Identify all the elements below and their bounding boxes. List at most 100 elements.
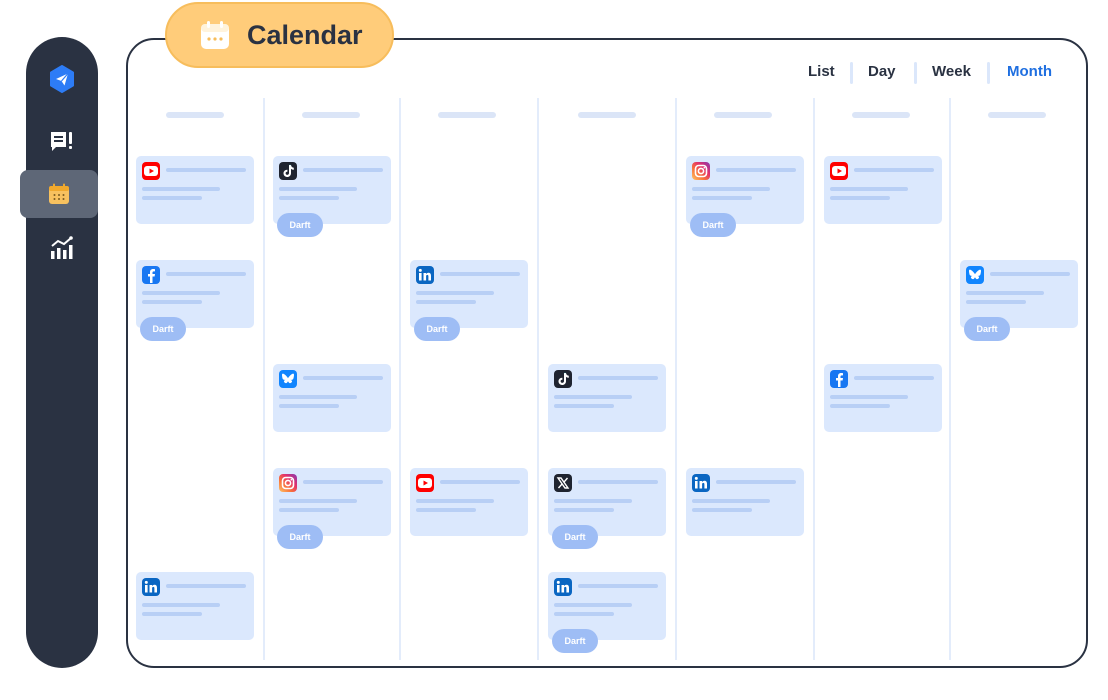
- page-title: Calendar: [247, 19, 363, 50]
- sidebar: [20, 37, 98, 668]
- x-icon: [554, 474, 572, 492]
- text-placeholder-line: [303, 376, 383, 380]
- text-placeholder-line: [279, 499, 357, 503]
- column-header-placeholder: [988, 112, 1046, 118]
- text-placeholder-line: [142, 300, 202, 304]
- draft-badge: Darft: [964, 317, 1010, 341]
- text-placeholder-line: [692, 508, 752, 512]
- draft-badge: Darft: [414, 317, 460, 341]
- tab-month[interactable]: Month: [1007, 62, 1052, 82]
- column-divider: [813, 98, 815, 660]
- text-placeholder-line: [166, 584, 246, 588]
- tab-divider: [850, 62, 853, 84]
- sidebar-item-send[interactable]: [46, 63, 78, 95]
- text-placeholder-line: [716, 480, 796, 484]
- tab-day[interactable]: Day: [868, 62, 896, 82]
- linkedin-icon: [416, 266, 434, 284]
- post-card-facebook[interactable]: [824, 364, 942, 432]
- facebook-icon: [142, 266, 160, 284]
- post-card-youtube[interactable]: [410, 468, 528, 536]
- youtube-icon: [142, 162, 160, 180]
- calendar-title-badge: Calendar: [165, 2, 394, 68]
- text-placeholder-line: [990, 272, 1070, 276]
- text-placeholder-line: [716, 168, 796, 172]
- paper-plane-icon: [50, 65, 74, 93]
- text-placeholder-line: [142, 291, 220, 295]
- text-placeholder-line: [854, 168, 934, 172]
- bar-chart-icon: [51, 236, 73, 259]
- tab-divider: [987, 62, 990, 84]
- sidebar-item-analytics[interactable]: [47, 233, 77, 263]
- youtube-icon: [416, 474, 434, 492]
- text-placeholder-line: [166, 272, 246, 276]
- column-header-placeholder: [302, 112, 360, 118]
- bluesky-icon: [279, 370, 297, 388]
- text-placeholder-line: [416, 499, 494, 503]
- text-placeholder-line: [692, 196, 752, 200]
- tab-list[interactable]: List: [808, 62, 835, 82]
- text-placeholder-line: [142, 187, 220, 191]
- sidebar-item-calendar[interactable]: [20, 170, 98, 218]
- text-placeholder-line: [416, 508, 476, 512]
- text-placeholder-line: [279, 196, 339, 200]
- post-card-linkedin[interactable]: [686, 468, 804, 536]
- sidebar-item-posts[interactable]: [47, 127, 77, 157]
- text-placeholder-line: [554, 603, 632, 607]
- text-placeholder-line: [303, 480, 383, 484]
- text-placeholder-line: [142, 603, 220, 607]
- text-placeholder-line: [416, 291, 494, 295]
- text-placeholder-line: [279, 395, 357, 399]
- column-header-placeholder: [852, 112, 910, 118]
- text-placeholder-line: [854, 376, 934, 380]
- post-card-bluesky[interactable]: [273, 364, 391, 432]
- text-placeholder-line: [303, 168, 383, 172]
- text-placeholder-line: [166, 168, 246, 172]
- linkedin-icon: [554, 578, 572, 596]
- text-placeholder-line: [966, 300, 1026, 304]
- column-divider: [675, 98, 677, 660]
- text-placeholder-line: [830, 404, 890, 408]
- post-card-tiktok[interactable]: [548, 364, 666, 432]
- linkedin-icon: [692, 474, 710, 492]
- post-card-youtube[interactable]: [136, 156, 254, 224]
- text-placeholder-line: [440, 480, 520, 484]
- post-card-linkedin[interactable]: [136, 572, 254, 640]
- bluesky-icon: [966, 266, 984, 284]
- text-placeholder-line: [578, 584, 658, 588]
- text-placeholder-line: [554, 404, 614, 408]
- text-placeholder-line: [554, 612, 614, 616]
- text-placeholder-line: [142, 196, 202, 200]
- column-divider: [263, 98, 265, 660]
- tiktok-icon: [279, 162, 297, 180]
- view-switcher: List Day Week Month: [800, 62, 1070, 84]
- column-divider: [537, 98, 539, 660]
- draft-badge: Darft: [690, 213, 736, 237]
- calendar-icon: [201, 21, 229, 49]
- text-placeholder-line: [578, 376, 658, 380]
- tab-week[interactable]: Week: [932, 62, 971, 82]
- text-placeholder-line: [554, 499, 632, 503]
- tiktok-icon: [554, 370, 572, 388]
- column-header-placeholder: [578, 112, 636, 118]
- draft-badge: Darft: [277, 525, 323, 549]
- text-placeholder-line: [416, 300, 476, 304]
- draft-badge: Darft: [277, 213, 323, 237]
- column-header-placeholder: [166, 112, 224, 118]
- draft-badge: Darft: [140, 317, 186, 341]
- column-divider: [949, 98, 951, 660]
- post-card-youtube[interactable]: [824, 156, 942, 224]
- text-placeholder-line: [279, 404, 339, 408]
- text-placeholder-line: [830, 187, 908, 191]
- text-placeholder-line: [578, 480, 658, 484]
- text-placeholder-line: [966, 291, 1044, 295]
- instagram-icon: [279, 474, 297, 492]
- youtube-icon: [830, 162, 848, 180]
- text-placeholder-line: [830, 196, 890, 200]
- text-placeholder-line: [554, 508, 614, 512]
- post-list-icon: [51, 132, 72, 151]
- draft-badge: Darft: [552, 525, 598, 549]
- text-placeholder-line: [279, 508, 339, 512]
- instagram-icon: [692, 162, 710, 180]
- tab-divider: [914, 62, 917, 84]
- linkedin-icon: [142, 578, 160, 596]
